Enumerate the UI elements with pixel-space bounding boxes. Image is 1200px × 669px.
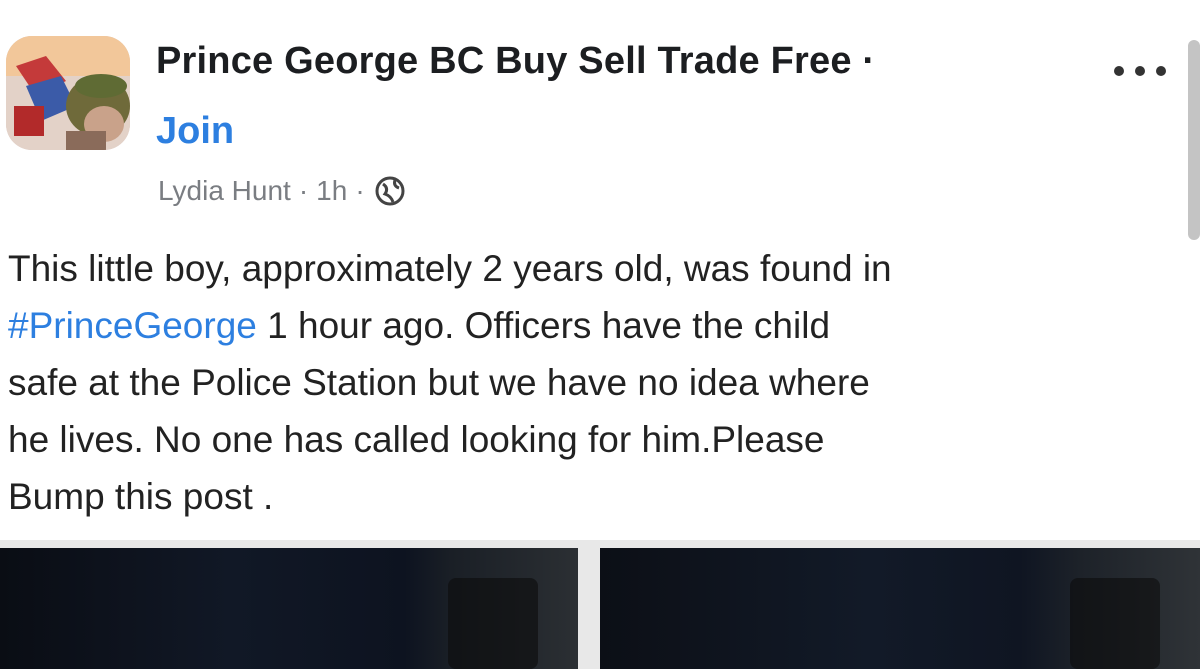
globe-icon <box>373 174 407 208</box>
more-dot <box>1114 66 1124 76</box>
more-options-icon[interactable] <box>1108 50 1172 90</box>
group-avatar-image <box>6 36 130 150</box>
post-text-segment: 1 hour ago. Officers have the child <box>256 305 831 346</box>
post-text-line: This little boy, approximately 2 years o… <box>8 248 892 289</box>
post-body: This little boy, approximately 2 years o… <box>8 240 1188 525</box>
post-time[interactable]: 1h <box>316 175 347 207</box>
join-link[interactable]: Join <box>156 110 234 153</box>
post-photos <box>0 540 1200 669</box>
post-text-line: #PrinceGeorge 1 hour ago. Officers have … <box>8 297 1188 354</box>
hashtag-link[interactable]: #PrinceGeorge <box>8 305 257 346</box>
meta-separator: · <box>298 175 309 206</box>
post-text-line: he lives. No one has called looking for … <box>8 419 825 460</box>
more-dot <box>1156 66 1166 76</box>
post-text-line: safe at the Police Station but we have n… <box>8 362 870 403</box>
photo-shadow <box>1070 578 1160 669</box>
group-name[interactable]: Prince George BC Buy Sell Trade Free · <box>156 40 875 83</box>
meta-separator: · <box>355 175 365 206</box>
post-meta: Lydia Hunt · 1h · <box>158 174 407 208</box>
facebook-post: Prince George BC Buy Sell Trade Free · J… <box>0 0 1200 669</box>
post-photo[interactable] <box>0 548 578 669</box>
post-text-line: Bump this post . <box>8 476 274 517</box>
author-name[interactable]: Lydia Hunt <box>158 175 291 207</box>
more-dot <box>1135 66 1145 76</box>
group-avatar[interactable] <box>6 36 130 150</box>
photo-shadow <box>448 578 538 669</box>
scrollbar-thumb[interactable] <box>1188 40 1200 240</box>
post-photo[interactable] <box>600 548 1200 669</box>
